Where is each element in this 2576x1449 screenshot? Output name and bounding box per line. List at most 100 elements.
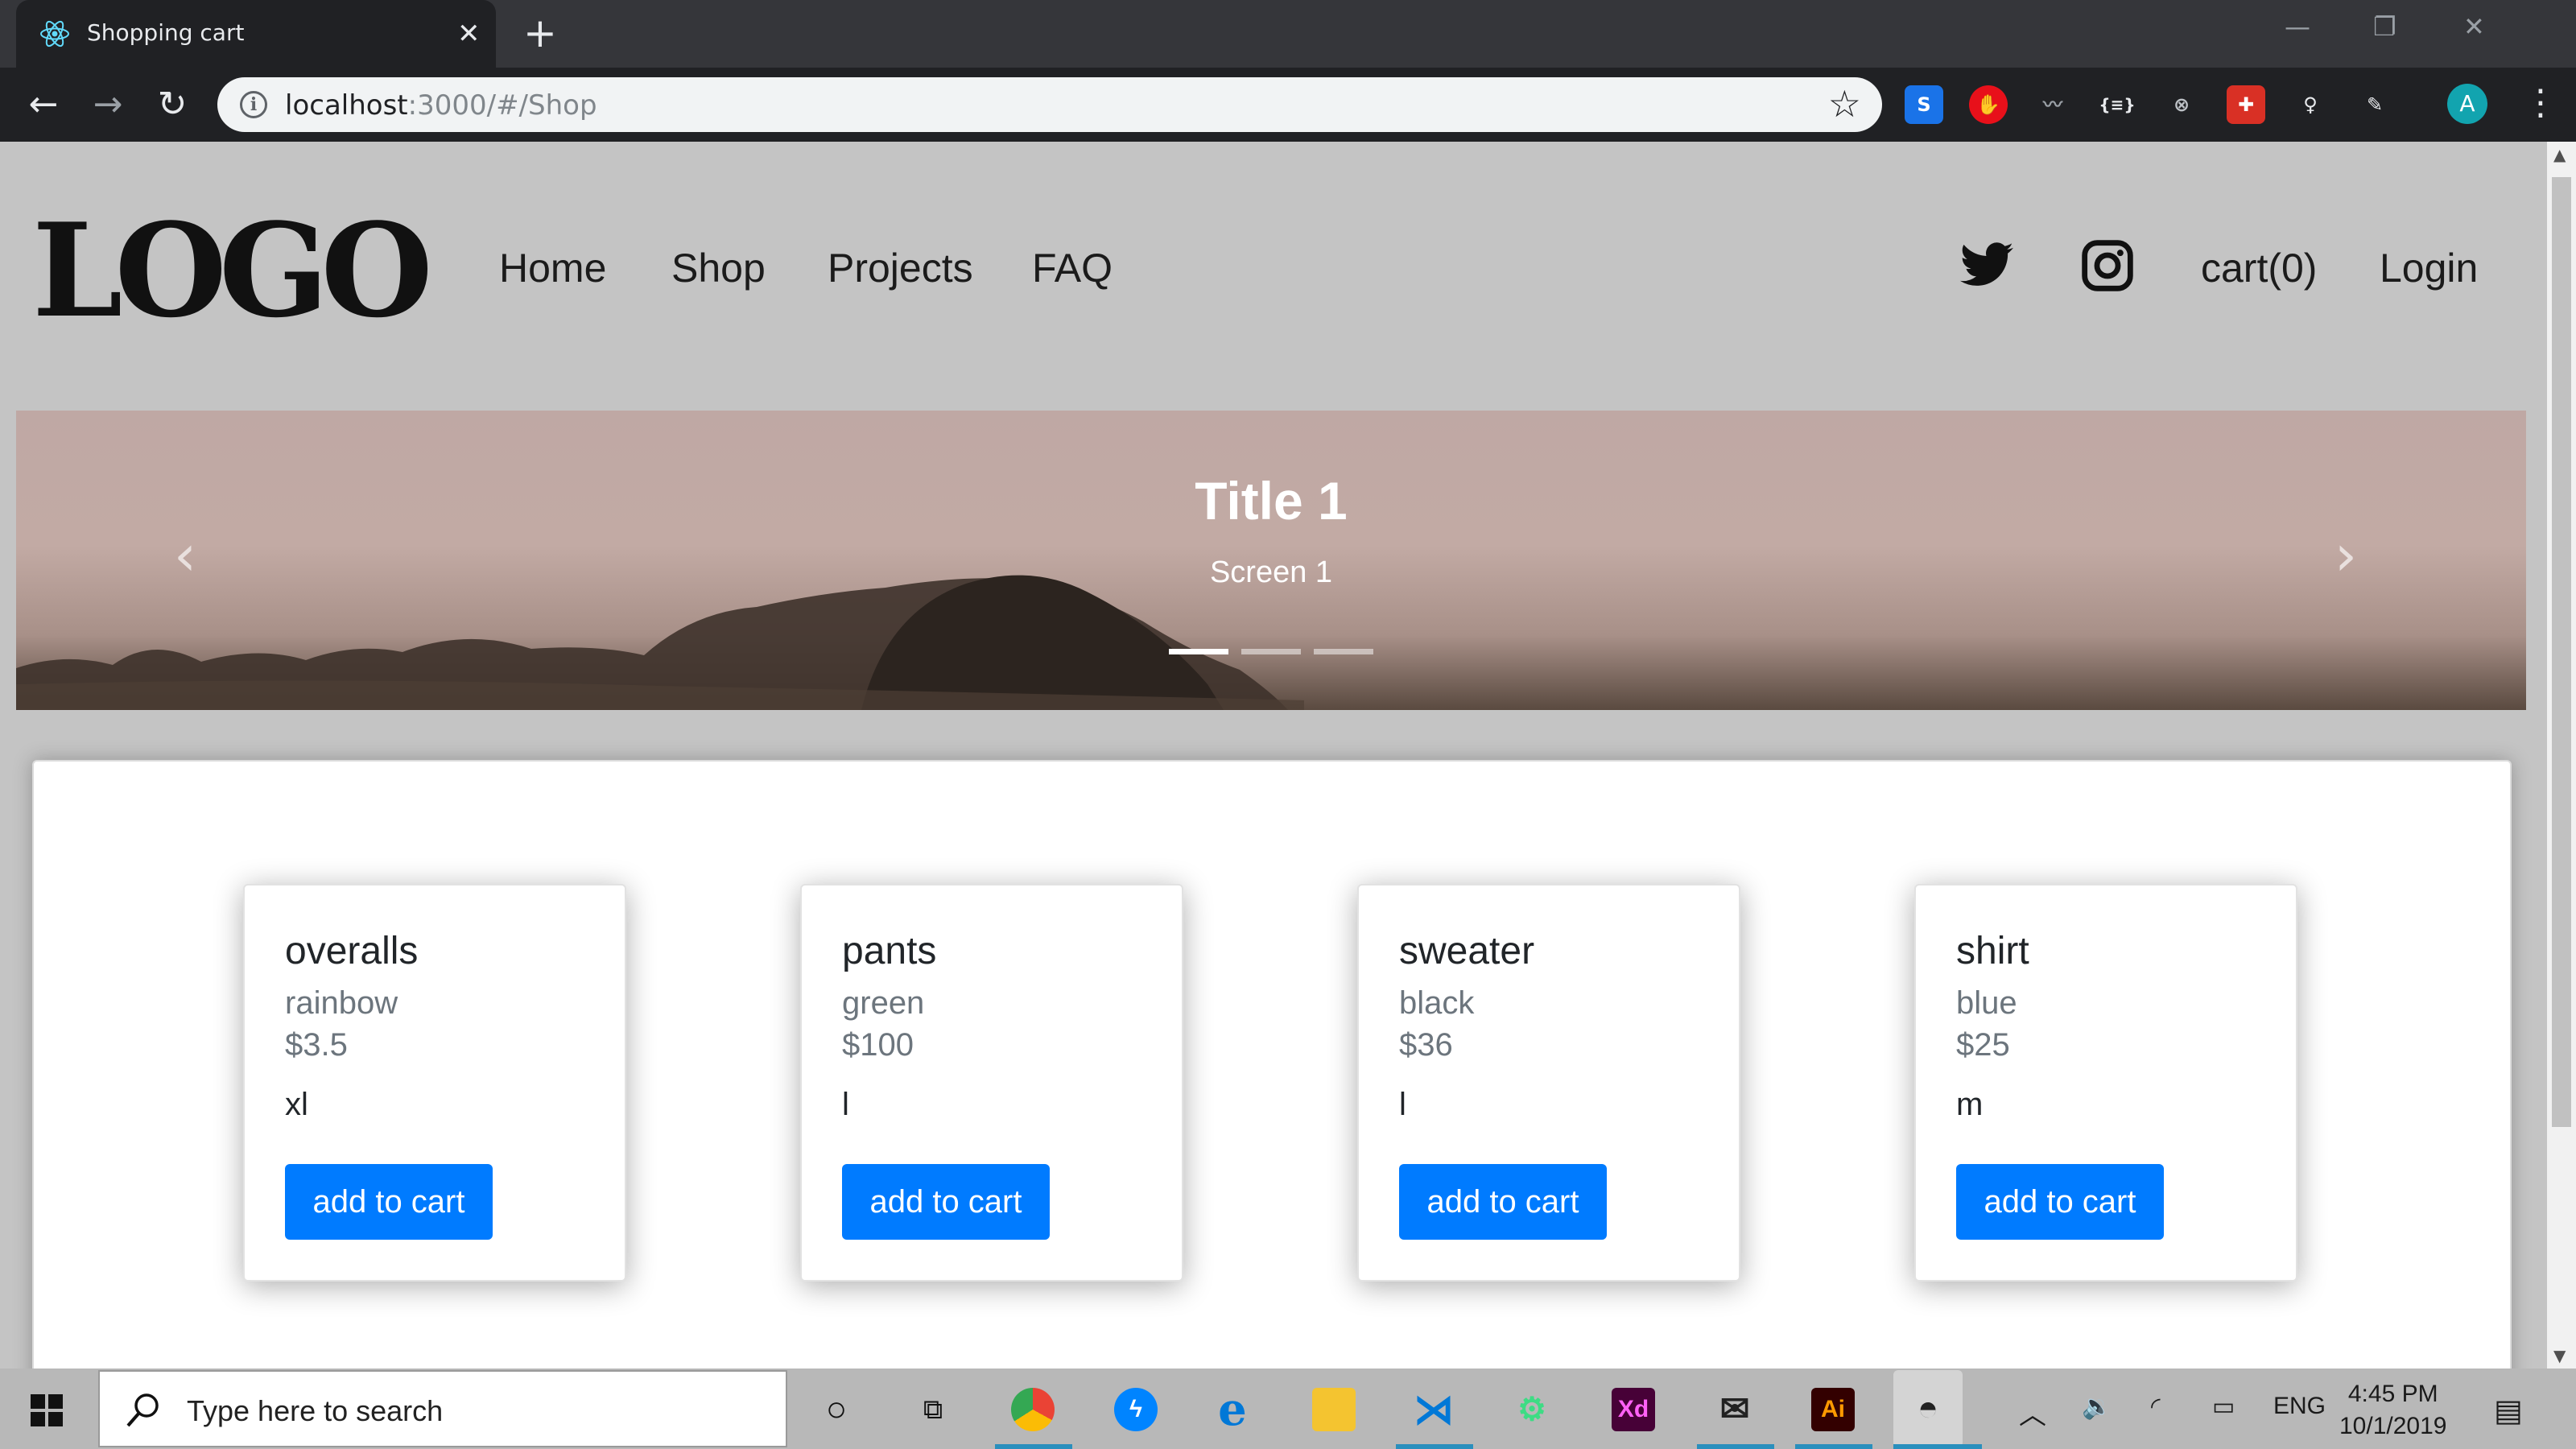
product-size: l — [842, 1087, 849, 1122]
taskbar-clock[interactable]: 4:45 PM 10/1/2019 — [2339, 1378, 2446, 1443]
address-bar[interactable]: i localhost:3000/#/Shop ☆ — [217, 77, 1882, 132]
nav-faq[interactable]: FAQ — [1032, 245, 1113, 291]
new-tab-button[interactable]: + — [523, 13, 557, 53]
product-card-shirt: shirt blue $25 m add to cart — [1914, 884, 2297, 1282]
product-name: overalls — [285, 930, 419, 972]
eyedropper-icon[interactable]: ✎ — [2355, 85, 2394, 124]
cart-link[interactable]: cart(0) — [2201, 245, 2317, 291]
add-to-cart-button[interactable]: add to cart — [842, 1164, 1050, 1240]
products-panel: overalls rainbow $3.5 xl add to cart pan… — [32, 760, 2512, 1368]
notifications-icon[interactable]: ▤ — [2494, 1393, 2523, 1429]
close-window-icon[interactable]: ✕ — [2463, 11, 2485, 42]
language-indicator[interactable]: ENG — [2273, 1393, 2326, 1420]
extension-s-icon[interactable]: S — [1905, 85, 1943, 124]
carousel-next-icon[interactable]: › — [2334, 523, 2357, 588]
chrome-app-icon[interactable] — [1011, 1388, 1055, 1431]
search-placeholder: Type here to search — [187, 1394, 444, 1427]
tab-close-icon[interactable]: ✕ — [457, 18, 481, 50]
product-price: $25 — [1956, 1027, 2010, 1063]
product-price: $3.5 — [285, 1027, 348, 1063]
mail-running-indicator — [1697, 1444, 1774, 1449]
product-name: shirt — [1956, 930, 2029, 972]
page-viewport: LOGO Home Shop Projects FAQ cart(0) Logi… — [0, 142, 2547, 1368]
minimize-window-icon[interactable]: — — [2285, 11, 2310, 42]
photos-app-icon[interactable]: ◓ — [1893, 1370, 1963, 1447]
site-info-icon[interactable]: i — [240, 91, 267, 118]
chrome-running-indicator — [995, 1444, 1072, 1449]
extension-pulse-icon[interactable]: 〰 — [2033, 85, 2072, 124]
edge-app-icon[interactable]: e — [1211, 1387, 1254, 1432]
back-arrow-icon[interactable]: ← — [21, 82, 66, 127]
show-hidden-icons-chevron-icon[interactable]: ︿ — [2019, 1393, 2046, 1432]
clock-date: 10/1/2019 — [2339, 1413, 2447, 1439]
adobe-illustrator-icon[interactable]: Ai — [1811, 1388, 1855, 1431]
cortana-icon[interactable]: ○ — [815, 1388, 858, 1431]
twitter-icon[interactable] — [1958, 237, 2016, 295]
adblock-icon[interactable]: ✋ — [1969, 85, 2008, 124]
scroll-up-arrow-icon[interactable]: ▲ — [2553, 145, 2566, 164]
nav-home[interactable]: Home — [499, 245, 606, 291]
product-size: m — [1956, 1087, 1984, 1122]
clock-time: 4:45 PM — [2347, 1381, 2438, 1407]
wifi-icon[interactable]: ◜ — [2151, 1393, 2161, 1421]
instagram-icon[interactable] — [2080, 238, 2135, 293]
lightbulb-icon[interactable]: ♀ — [2291, 85, 2330, 124]
product-card-pants: pants green $100 l add to cart — [800, 884, 1183, 1282]
extension-puzzle-icon[interactable]: ✚ — [2227, 85, 2265, 124]
windows-taskbar: Type here to search ○ ⧉ ϟ e ⋊ ⚙ Xd ✉ Ai … — [0, 1368, 2576, 1449]
adobe-xd-icon[interactable]: Xd — [1612, 1388, 1655, 1431]
url-text[interactable]: localhost:3000/#/Shop — [285, 89, 597, 122]
carousel-indicator-3[interactable] — [1314, 649, 1373, 654]
hero-carousel: Title 1 Screen 1 ‹ › — [16, 411, 2526, 710]
file-explorer-icon[interactable] — [1312, 1388, 1356, 1431]
messenger-app-icon[interactable]: ϟ — [1114, 1388, 1158, 1431]
json-viewer-icon[interactable]: {≡} — [2098, 85, 2136, 124]
add-to-cart-button[interactable]: add to cart — [1956, 1164, 2164, 1240]
forward-arrow-icon[interactable]: → — [85, 82, 130, 127]
browser-tab[interactable]: Shopping cart ✕ — [16, 0, 496, 68]
restore-window-icon[interactable]: ❐ — [2373, 11, 2396, 42]
site-logo[interactable]: LOGO — [32, 206, 433, 335]
vscode-app-icon[interactable]: ⋊ — [1412, 1388, 1455, 1431]
bookmark-star-icon[interactable]: ☆ — [1828, 82, 1861, 126]
product-card-overalls: overalls rainbow $3.5 xl add to cart — [243, 884, 626, 1282]
product-name: pants — [842, 930, 937, 972]
android-studio-icon[interactable]: ⚙ — [1510, 1388, 1554, 1431]
scroll-down-arrow-icon[interactable]: ▼ — [2553, 1346, 2566, 1365]
react-icon — [40, 20, 69, 47]
product-price: $100 — [842, 1027, 914, 1063]
nav-projects[interactable]: Projects — [828, 245, 973, 291]
carousel-indicator-1[interactable] — [1169, 649, 1228, 654]
photos-running-indicator — [1893, 1444, 1982, 1449]
extension-lifebuoy-icon[interactable]: ⊗ — [2162, 85, 2201, 124]
browser-menu-icon[interactable]: ⋮ — [2523, 80, 2558, 126]
login-link[interactable]: Login — [2380, 245, 2478, 291]
product-name: sweater — [1399, 930, 1535, 972]
browser-toolbar: ← → ↻ i localhost:3000/#/Shop ☆ S ✋ 〰 {≡… — [0, 68, 2576, 142]
browser-tab-strip: Shopping cart ✕ + — ❐ ✕ — [0, 0, 2576, 68]
product-color: green — [842, 985, 925, 1021]
add-to-cart-button[interactable]: add to cart — [1399, 1164, 1607, 1240]
vscode-running-indicator — [1396, 1444, 1473, 1449]
product-price: $36 — [1399, 1027, 1453, 1063]
windows-start-icon[interactable] — [31, 1394, 63, 1426]
scrollbar-thumb[interactable] — [2552, 177, 2571, 1127]
nav-shop[interactable]: Shop — [671, 245, 766, 291]
tab-title: Shopping cart — [87, 19, 245, 46]
reload-icon[interactable]: ↻ — [150, 82, 195, 127]
add-to-cart-button[interactable]: add to cart — [285, 1164, 493, 1240]
carousel-prev-icon[interactable]: ‹ — [174, 523, 196, 588]
page-scrollbar[interactable]: ▲ ▼ — [2547, 142, 2576, 1368]
product-color: black — [1399, 985, 1475, 1021]
product-card-sweater: sweater black $36 l add to cart — [1357, 884, 1740, 1282]
task-view-icon[interactable]: ⧉ — [911, 1388, 955, 1431]
search-icon — [126, 1393, 159, 1427]
battery-icon[interactable]: ▭ — [2212, 1393, 2235, 1421]
product-size: xl — [285, 1087, 308, 1122]
volume-icon[interactable]: 🔉 — [2082, 1393, 2112, 1421]
carousel-indicator-2[interactable] — [1241, 649, 1301, 654]
taskbar-search-box[interactable]: Type here to search — [98, 1370, 787, 1447]
product-color: blue — [1956, 985, 2017, 1021]
profile-avatar[interactable]: A — [2447, 84, 2487, 124]
mail-app-icon[interactable]: ✉ — [1713, 1388, 1757, 1431]
